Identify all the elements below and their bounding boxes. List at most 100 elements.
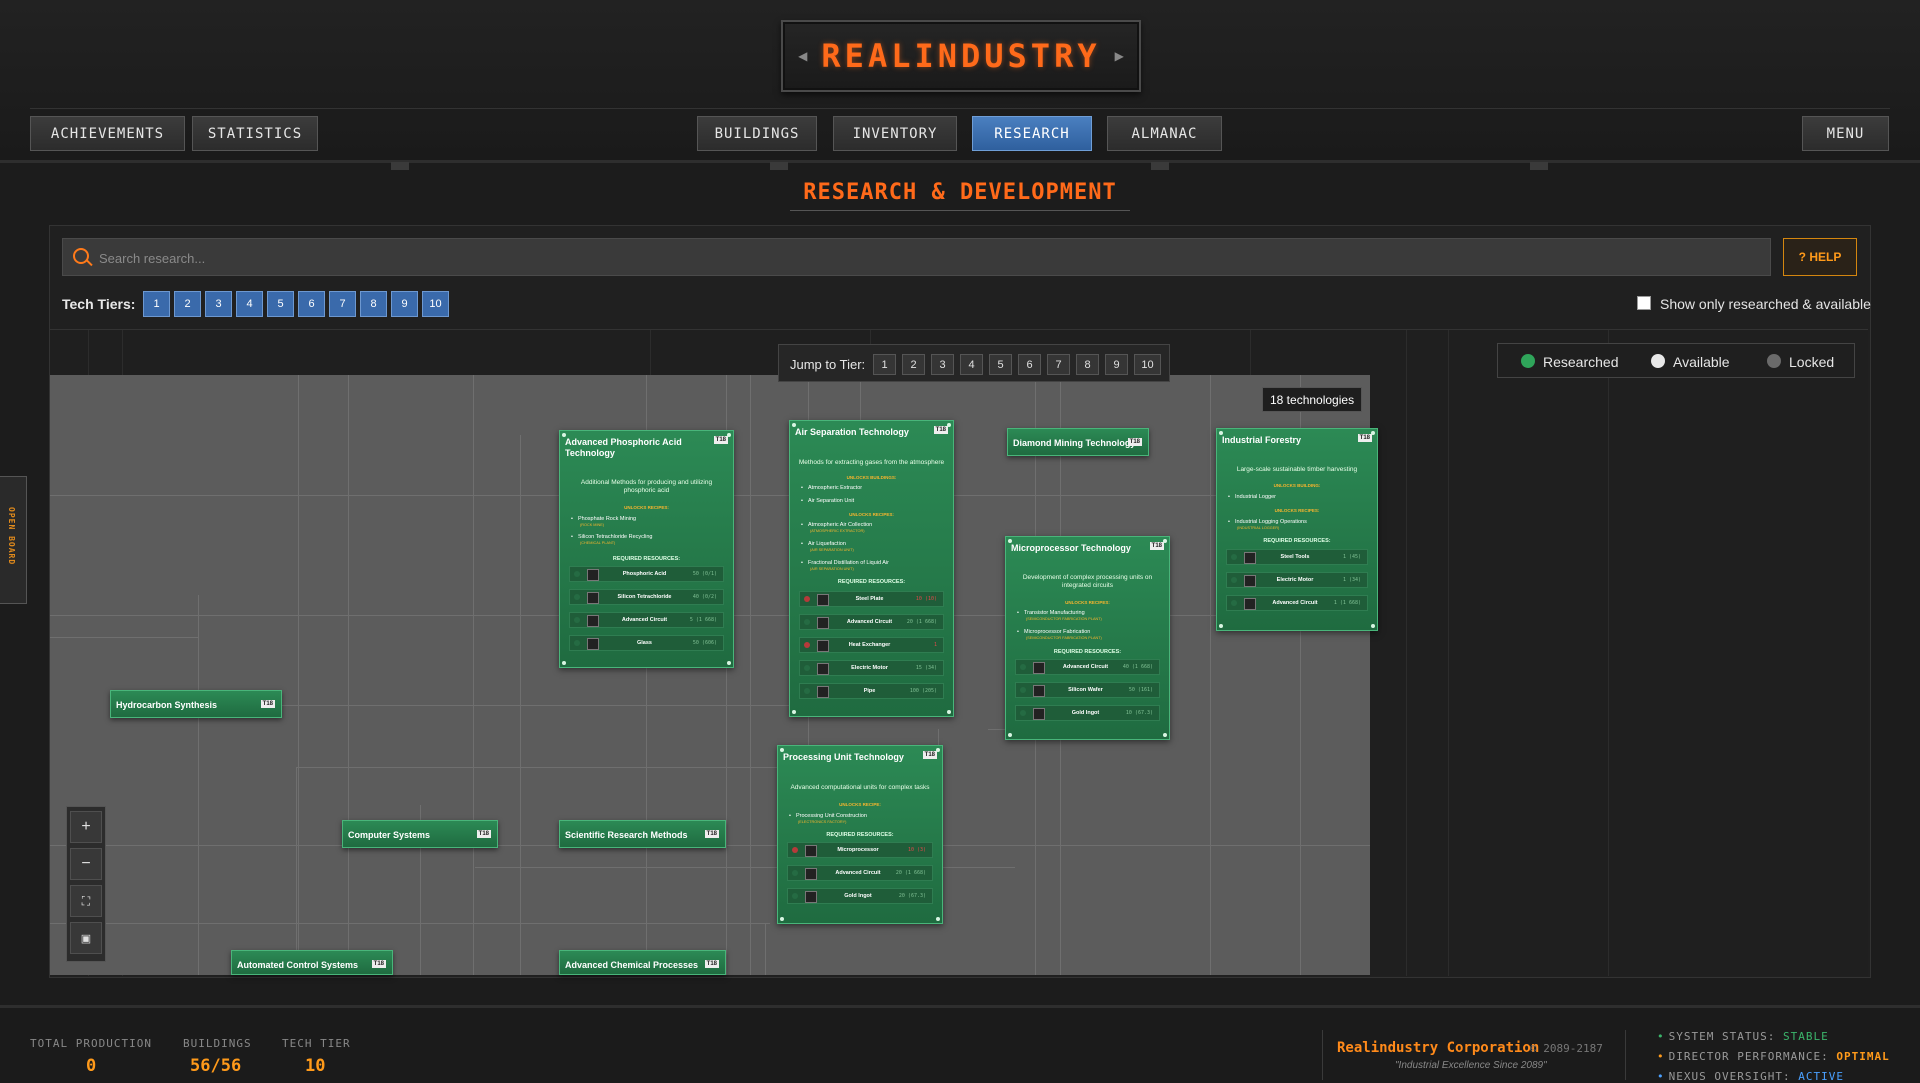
card-title: Scientific Research Methods — [565, 830, 688, 840]
resource-icon — [1244, 552, 1256, 564]
nav-buildings-button[interactable]: BUILDINGS — [697, 116, 817, 151]
zoom-in-icon[interactable]: + — [70, 811, 102, 843]
tech-card-phosphoric[interactable]: Advanced Phosphoric Acid Technology T18 … — [559, 430, 734, 668]
search-box[interactable] — [62, 238, 1771, 277]
card-title: Hydrocarbon Synthesis — [116, 700, 218, 710]
corp-name: Realindustry Corporation — [1337, 1040, 1540, 1056]
tier-badge: T18 — [260, 700, 275, 708]
tech-count-badge: 18 technologies — [1262, 387, 1363, 412]
status-dot-icon: • — [1657, 1070, 1665, 1083]
card-desc: Additional Methods for producing and uti… — [580, 479, 713, 494]
tech-tier-button[interactable]: 7 — [329, 291, 356, 317]
jump-tier-button[interactable]: 2 — [902, 354, 925, 375]
total-production-value: 0 — [86, 1056, 97, 1076]
filter-checkbox[interactable] — [1637, 296, 1651, 310]
zoom-out-icon[interactable]: − — [70, 848, 102, 880]
open-board-tab[interactable]: OPEN BOARD — [0, 476, 27, 604]
unlocks-recipes-heading: UNLOCKS RECIPES: — [624, 505, 669, 510]
jump-tier-button[interactable]: 7 — [1047, 354, 1070, 375]
resource-row: Advanced Circuit 20 (1 668) — [787, 865, 933, 881]
nav-almanac-button[interactable]: ALMANAC — [1107, 116, 1222, 151]
jump-tier-button[interactable]: 3 — [931, 354, 954, 375]
available-dot-icon — [1651, 354, 1665, 368]
resource-row: Heat Exchanger 1 — [799, 637, 944, 653]
recipe-building: (SEMICONDUCTOR FABRICATION PLANT) — [1026, 617, 1102, 621]
search-input[interactable] — [97, 239, 1701, 277]
jump-tier-button[interactable]: 6 — [1018, 354, 1041, 375]
tech-card-automated-control[interactable]: Automated Control Systems T18 — [231, 950, 393, 975]
resource-row: Silicon Tetrachloride 40 (0/2) — [569, 589, 724, 605]
legend-researched: Researched — [1543, 354, 1619, 370]
tech-tier-button[interactable]: 9 — [391, 291, 418, 317]
resource-row: Microprocessor 10 (3) — [787, 842, 933, 858]
card-title: Industrial Forestry — [1222, 435, 1302, 445]
recipe-building: (CHEMICAL PLANT) — [580, 541, 616, 545]
nav-statistics-button[interactable]: STATISTICS — [192, 116, 318, 151]
jump-tier-button[interactable]: 8 — [1076, 354, 1099, 375]
menu-button[interactable]: MENU — [1802, 116, 1889, 151]
search-icon — [73, 248, 89, 264]
tech-tier-button[interactable]: 6 — [298, 291, 325, 317]
jump-tier-button[interactable]: 10 — [1134, 354, 1161, 375]
required-heading: REQUIRED RESOURCES: — [837, 579, 906, 585]
tech-tier-button[interactable]: 8 — [360, 291, 387, 317]
resource-icon — [805, 868, 817, 880]
recipe-item: Fractional Distillation of Liquid Air — [801, 560, 889, 566]
footer-divider — [1625, 1030, 1626, 1080]
resource-icon — [805, 845, 817, 857]
tier-badge: T18 — [704, 830, 719, 838]
jump-tier-button[interactable]: 4 — [960, 354, 983, 375]
open-board-label: OPEN BOARD — [7, 507, 16, 566]
resource-row: Glass 50 (606) — [569, 635, 724, 651]
nav-achievements-button[interactable]: ACHIEVEMENTS — [30, 116, 185, 151]
card-title: Computer Systems — [348, 830, 431, 840]
tech-card-computer-systems[interactable]: Computer Systems T18 — [342, 820, 498, 848]
jump-tier-button[interactable]: 9 — [1105, 354, 1128, 375]
tech-card-microprocessor[interactable]: Microprocessor Technology T18 Developmen… — [1005, 536, 1170, 740]
tech-tier-button[interactable]: 4 — [236, 291, 263, 317]
tech-card-scientific-research[interactable]: Scientific Research Methods T18 — [559, 820, 726, 848]
jump-tier-button[interactable]: 1 — [873, 354, 896, 375]
unlocks-recipes-heading: UNLOCKS RECIPES: — [849, 512, 894, 517]
card-title: Advanced Chemical Processes — [565, 960, 699, 970]
resource-row: Gold Ingot 10 (67.3) — [1015, 705, 1160, 721]
corp-tagline: "Industrial Excellence Since 2089" — [1395, 1060, 1547, 1071]
recipe-item: Atmospheric Air Collection — [801, 522, 872, 528]
tech-tier-button[interactable]: 1 — [143, 291, 170, 317]
help-button[interactable]: ? HELP — [1783, 238, 1857, 276]
logo-text: REALINDUSTRY — [821, 37, 1101, 75]
tech-tier-button[interactable]: 5 — [267, 291, 294, 317]
title-underline — [790, 210, 1130, 211]
resource-icon — [1033, 662, 1045, 674]
tech-card-processing-unit[interactable]: Processing Unit Technology T18 Advanced … — [777, 745, 943, 924]
tech-card-advanced-chemical[interactable]: Advanced Chemical Processes T18 — [559, 950, 726, 975]
tech-card-industrial-forestry[interactable]: Industrial Forestry T18 Large-scale sust… — [1216, 428, 1378, 631]
nav-research-button[interactable]: RESEARCH — [972, 116, 1092, 151]
logo-left-arrow-icon: ◀ — [798, 49, 808, 63]
tech-tier-button[interactable]: 3 — [205, 291, 232, 317]
tech-card-diamond-mining[interactable]: Diamond Mining Technology T18 — [1007, 428, 1149, 456]
resource-row: Advanced Circuit 40 (1 668) — [1015, 659, 1160, 675]
resource-icon — [587, 569, 599, 581]
director-performance: • DIRECTOR PERFORMANCE: OPTIMAL — [1657, 1050, 1890, 1063]
tech-tier-button[interactable]: 10 — [422, 291, 449, 317]
resource-icon — [1033, 708, 1045, 720]
nav-inventory-button[interactable]: INVENTORY — [833, 116, 957, 151]
recipe-building: (SEMICONDUCTOR FABRICATION PLANT) — [1026, 636, 1102, 640]
total-production-label: TOTAL PRODUCTION — [30, 1037, 152, 1050]
tech-tier-button[interactable]: 2 — [174, 291, 201, 317]
lock-icon[interactable]: ▣ — [70, 922, 102, 954]
jump-tier-button[interactable]: 5 — [989, 354, 1012, 375]
tier-badge: T18 — [371, 960, 386, 968]
fit-view-icon[interactable]: ⛶ — [70, 885, 102, 917]
card-desc: Advanced computational units for complex… — [790, 784, 930, 791]
tech-card-air-separation[interactable]: Air Separation Technology T18 Methods fo… — [789, 420, 954, 717]
resource-row: Gold Ingot 20 (67.3) — [787, 888, 933, 904]
logo-right-arrow-icon: ▶ — [1114, 49, 1124, 63]
tech-card-hydrocarbon-synthesis[interactable]: Hydrocarbon Synthesis T18 — [110, 690, 282, 718]
tier-badge: T18 — [476, 830, 491, 838]
tech-tier-value: 10 — [305, 1056, 326, 1076]
recipe-item: Processing Unit Construction — [789, 813, 867, 819]
tier-badge: T18 — [1149, 542, 1164, 550]
unlocks-recipes-heading: UNLOCKS RECIPES: — [1274, 508, 1320, 513]
